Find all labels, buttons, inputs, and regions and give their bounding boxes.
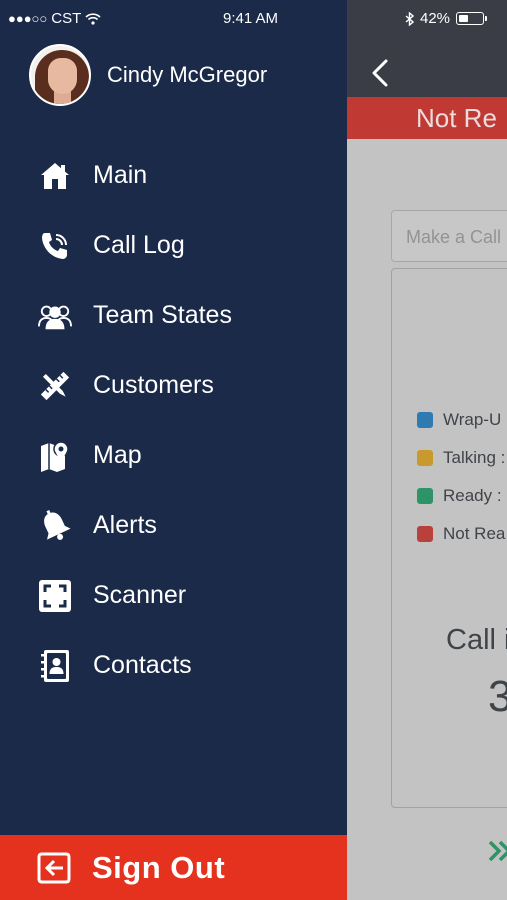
battery-percent: 42% xyxy=(420,10,451,27)
menu-label: Alerts xyxy=(93,511,157,539)
legend-label: Talking : xyxy=(443,448,506,467)
legend-swatch xyxy=(417,526,433,542)
avatar xyxy=(29,44,91,106)
status-right: 42% xyxy=(405,10,488,27)
menu-item-team-states[interactable]: Team States xyxy=(0,280,347,350)
signal-icon: ●●●○○ xyxy=(8,11,48,26)
menu-item-map[interactable]: Map xyxy=(0,420,347,490)
back-chevron-icon[interactable] xyxy=(371,58,389,88)
user-profile[interactable]: Cindy McGregor xyxy=(29,44,267,106)
legend-swatch xyxy=(417,488,433,504)
legend-swatch xyxy=(417,450,433,466)
menu-item-customers[interactable]: Customers xyxy=(0,350,347,420)
legend-label: Not Rea xyxy=(443,524,506,543)
legend-swatch xyxy=(417,412,433,428)
scanner-icon xyxy=(38,579,72,613)
bluetooth-icon xyxy=(405,11,414,26)
call-label: Call i xyxy=(446,624,507,656)
sign-out-icon xyxy=(37,852,71,884)
menu-label: Map xyxy=(93,441,142,469)
menu-label: Team States xyxy=(93,301,232,329)
legend-label: Ready : xyxy=(443,486,502,505)
sign-out-button[interactable]: Sign Out xyxy=(0,835,347,900)
address-book-icon xyxy=(38,649,72,683)
sign-out-label: Sign Out xyxy=(92,850,226,885)
wifi-icon xyxy=(85,12,101,25)
status-bar: ●●●○○ CST 9:41 AM 42% xyxy=(0,0,507,36)
home-icon xyxy=(38,159,72,193)
tools-icon xyxy=(38,369,72,403)
menu-label: Customers xyxy=(93,371,214,399)
menu-label: Contacts xyxy=(93,651,192,679)
menu-label: Main xyxy=(93,161,148,189)
side-menu: Cindy McGregor Main Call Log Team States… xyxy=(0,0,347,900)
menu-item-call-log[interactable]: Call Log xyxy=(0,210,347,280)
profile-name: Cindy McGregor xyxy=(107,62,268,87)
call-value: 3 xyxy=(488,672,507,721)
carrier-name: CST xyxy=(51,10,82,27)
menu-label: Scanner xyxy=(93,581,187,609)
carrier-info: ●●●○○ CST xyxy=(8,10,101,27)
make-call-input[interactable]: Make a Call xyxy=(391,210,507,262)
menu-item-alerts[interactable]: Alerts xyxy=(0,490,347,560)
menu-list: Main Call Log Team States Customers Map … xyxy=(0,140,347,700)
double-chevron-icon[interactable] xyxy=(486,836,507,866)
status-banner: Not Re xyxy=(347,97,507,139)
battery-icon xyxy=(456,12,488,25)
battery-fill xyxy=(458,14,468,22)
background-app: Not Re Make a Call Wrap-U Talking : Read… xyxy=(347,0,507,900)
legend-label: Wrap-U xyxy=(443,410,502,429)
bell-icon xyxy=(38,509,72,543)
phone-call-icon xyxy=(38,229,72,263)
map-pin-icon xyxy=(38,439,72,473)
team-icon xyxy=(38,299,72,333)
menu-label: Call Log xyxy=(93,231,185,259)
menu-item-main[interactable]: Main xyxy=(0,140,347,210)
menu-item-scanner[interactable]: Scanner xyxy=(0,560,347,630)
menu-item-contacts[interactable]: Contacts xyxy=(0,630,347,700)
status-time: 9:41 AM xyxy=(223,10,279,27)
